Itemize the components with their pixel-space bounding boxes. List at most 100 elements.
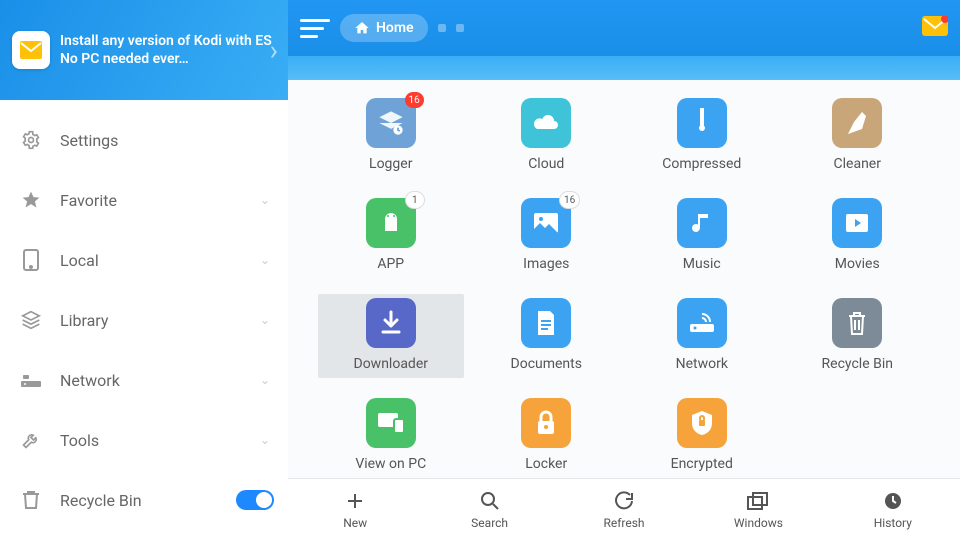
sidebar: Install any version of Kodi with ES No P… <box>0 0 288 540</box>
plus-icon <box>344 490 366 512</box>
home-icon <box>354 20 370 36</box>
tile-network[interactable]: Network <box>629 294 775 378</box>
tile-label: Documents <box>511 356 582 372</box>
devices-icon <box>366 398 416 448</box>
video-icon <box>832 198 882 248</box>
broom-icon <box>832 98 882 148</box>
tile-label: Cleaner <box>834 156 881 172</box>
promo-banner[interactable]: Install any version of Kodi with ES No P… <box>0 0 288 100</box>
sidebar-item-library[interactable]: Library ⌄ <box>0 290 288 350</box>
download-icon <box>366 298 416 348</box>
search-icon <box>479 490 501 512</box>
breadcrumb-label: Home <box>376 20 414 36</box>
tile-label: Encrypted <box>671 456 733 472</box>
view-toggle-compact[interactable] <box>438 24 446 32</box>
sidebar-item-label: Recycle Bin <box>60 491 142 510</box>
shield-icon <box>677 398 727 448</box>
tile-recycle-bin[interactable]: Recycle Bin <box>785 294 931 378</box>
tile-badge: 16 <box>405 92 424 108</box>
tile-documents[interactable]: Documents <box>474 294 620 378</box>
btn-label: New <box>343 516 367 530</box>
sidebar-item-label: Network <box>60 371 120 390</box>
tile-downloader[interactable]: Downloader <box>318 294 464 378</box>
sidebar-item-local[interactable]: Local ⌄ <box>0 230 288 290</box>
promo-banner-text: Install any version of Kodi with ES No P… <box>60 32 276 68</box>
breadcrumb-home[interactable]: Home <box>340 14 428 42</box>
new-button[interactable]: New <box>288 479 422 540</box>
tile-label: Movies <box>835 256 880 272</box>
tile-compressed[interactable]: Compressed <box>629 94 775 178</box>
tile-label: Recycle Bin <box>822 356 893 372</box>
sidebar-item-label: Favorite <box>60 191 117 210</box>
main-area: Home 16 Logger <box>288 0 960 540</box>
tile-app[interactable]: 1 APP <box>318 194 464 278</box>
sidebar-nav: Settings Favorite ⌄ Local ⌄ Library ⌄ Ne… <box>0 100 288 540</box>
cloud-icon <box>521 98 571 148</box>
chevron-right-icon: › <box>270 34 278 67</box>
image-icon: 16 <box>521 198 571 248</box>
star-icon <box>20 189 42 211</box>
tile-locker[interactable]: Locker <box>474 394 620 478</box>
history-button[interactable]: History <box>826 479 960 540</box>
music-icon <box>677 198 727 248</box>
sidebar-item-label: Tools <box>60 431 99 450</box>
network-icon <box>20 369 42 391</box>
btn-label: Refresh <box>603 516 644 530</box>
windows-icon <box>747 490 769 512</box>
tile-images[interactable]: 16 Images <box>474 194 620 278</box>
wrench-icon <box>20 429 42 451</box>
tile-label: Cloud <box>528 156 564 172</box>
tile-label: Compressed <box>662 156 741 172</box>
tile-label: View on PC <box>355 456 426 472</box>
tile-badge: 1 <box>406 192 424 208</box>
chevron-down-icon: ⌄ <box>260 253 270 267</box>
zip-icon <box>677 98 727 148</box>
sidebar-item-network[interactable]: Network ⌄ <box>0 350 288 410</box>
tile-logger[interactable]: 16 Logger <box>318 94 464 178</box>
tile-label: Network <box>676 356 728 372</box>
sidebar-item-recycle-bin[interactable]: Recycle Bin <box>0 470 288 530</box>
sidebar-item-tools[interactable]: Tools ⌄ <box>0 410 288 470</box>
mail-icon <box>12 31 50 69</box>
chevron-down-icon: ⌄ <box>260 433 270 447</box>
logger-icon: 16 <box>366 98 416 148</box>
document-icon <box>521 298 571 348</box>
tile-view-on-pc[interactable]: View on PC <box>318 394 464 478</box>
menu-icon[interactable] <box>300 13 330 43</box>
sidebar-item-favorite[interactable]: Favorite ⌄ <box>0 170 288 230</box>
bottombar: New Search Refresh Windows History <box>288 478 960 540</box>
router-icon <box>677 298 727 348</box>
tile-cleaner[interactable]: Cleaner <box>785 94 931 178</box>
sidebar-item-label: Local <box>60 251 99 270</box>
layers-icon <box>20 309 42 331</box>
sidebar-item-settings[interactable]: Settings <box>0 110 288 170</box>
tile-music[interactable]: Music <box>629 194 775 278</box>
clock-icon <box>882 490 904 512</box>
android-icon: 1 <box>366 198 416 248</box>
chevron-down-icon: ⌄ <box>260 313 270 327</box>
tile-movies[interactable]: Movies <box>785 194 931 278</box>
lock-icon <box>521 398 571 448</box>
refresh-button[interactable]: Refresh <box>557 479 691 540</box>
subheader-strip <box>288 56 960 80</box>
refresh-icon <box>613 490 635 512</box>
btn-label: Windows <box>734 516 783 530</box>
tile-label: Images <box>523 256 569 272</box>
recycle-bin-toggle[interactable] <box>236 490 274 510</box>
windows-button[interactable]: Windows <box>691 479 825 540</box>
phone-icon <box>20 249 42 271</box>
tile-label: Downloader <box>354 356 429 372</box>
search-button[interactable]: Search <box>422 479 556 540</box>
sidebar-item-label: Settings <box>60 131 118 150</box>
topbar: Home <box>288 0 960 56</box>
notifications-icon[interactable] <box>922 16 948 40</box>
chevron-down-icon: ⌄ <box>260 193 270 207</box>
btn-label: Search <box>471 516 508 530</box>
view-toggle-detail[interactable] <box>456 24 464 32</box>
tile-cloud[interactable]: Cloud <box>474 94 620 178</box>
trash-icon <box>20 489 42 511</box>
category-grid: 16 Logger Cloud Compressed <box>288 80 960 478</box>
tile-encrypted[interactable]: Encrypted <box>629 394 775 478</box>
tile-label: Locker <box>525 456 567 472</box>
tile-label: Logger <box>369 156 412 172</box>
